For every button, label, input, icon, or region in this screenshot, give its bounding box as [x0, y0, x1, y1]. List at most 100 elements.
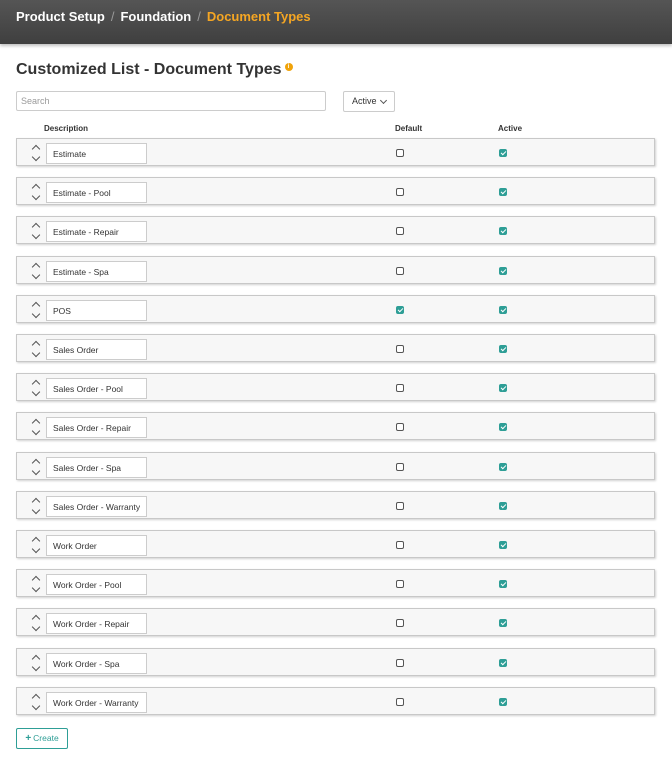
reorder-handle[interactable] — [31, 457, 41, 477]
chevron-down-icon[interactable] — [31, 348, 41, 358]
default-checkbox[interactable] — [396, 267, 404, 275]
active-checkbox[interactable] — [499, 188, 507, 196]
default-checkbox[interactable] — [396, 345, 404, 353]
reorder-handle[interactable] — [31, 378, 41, 398]
breadcrumb-document-types: Document Types — [206, 9, 311, 24]
list-item — [16, 216, 655, 244]
plus-icon: + — [25, 733, 32, 744]
status-filter-value: Active — [352, 96, 377, 106]
default-checkbox[interactable] — [396, 384, 404, 392]
create-button-label: Create — [33, 733, 59, 743]
reorder-handle[interactable] — [31, 261, 41, 281]
chevron-down-icon[interactable] — [31, 466, 41, 476]
chevron-down-icon[interactable] — [31, 270, 41, 280]
active-checkbox[interactable] — [499, 227, 507, 235]
description-field[interactable] — [46, 143, 147, 164]
list-item — [16, 295, 655, 323]
chevron-down-icon[interactable] — [31, 152, 41, 162]
description-field[interactable] — [46, 300, 147, 321]
reorder-handle[interactable] — [31, 182, 41, 202]
active-checkbox[interactable] — [499, 502, 507, 510]
chevron-down-icon[interactable] — [31, 387, 41, 397]
active-checkbox[interactable] — [499, 306, 507, 314]
breadcrumb: Product Setup / Foundation / Document Types — [16, 9, 311, 24]
description-field[interactable] — [46, 692, 147, 713]
active-checkbox[interactable] — [499, 698, 507, 706]
list-item — [16, 608, 655, 636]
chevron-down-icon[interactable] — [31, 662, 41, 672]
description-field[interactable] — [46, 417, 147, 438]
column-header-active: Active — [498, 124, 523, 133]
default-checkbox[interactable] — [396, 580, 404, 588]
active-checkbox[interactable] — [499, 541, 507, 549]
chevron-down-icon — [379, 96, 388, 105]
status-filter-select[interactable]: Active — [343, 91, 395, 112]
active-checkbox[interactable] — [499, 267, 507, 275]
list-item — [16, 569, 655, 597]
active-checkbox[interactable] — [499, 580, 507, 588]
list-item — [16, 256, 655, 284]
active-checkbox[interactable] — [499, 345, 507, 353]
description-field[interactable] — [46, 613, 147, 634]
breadcrumb-product-setup[interactable]: Product Setup — [16, 9, 105, 24]
active-checkbox[interactable] — [499, 149, 507, 157]
list-item — [16, 334, 655, 362]
default-checkbox[interactable] — [396, 149, 404, 157]
reorder-handle[interactable] — [31, 535, 41, 555]
reorder-handle[interactable] — [31, 417, 41, 437]
description-field[interactable] — [46, 574, 147, 595]
chevron-down-icon[interactable] — [31, 309, 41, 319]
default-checkbox[interactable] — [396, 698, 404, 706]
list-item — [16, 648, 655, 676]
description-field[interactable] — [46, 653, 147, 674]
reorder-handle[interactable] — [31, 692, 41, 712]
reorder-handle[interactable] — [31, 339, 41, 359]
list-item — [16, 177, 655, 205]
breadcrumb-separator: / — [110, 9, 115, 24]
breadcrumb-foundation[interactable]: Foundation — [120, 9, 191, 24]
reorder-handle[interactable] — [31, 221, 41, 241]
reorder-handle[interactable] — [31, 143, 41, 163]
default-checkbox[interactable] — [396, 463, 404, 471]
chevron-down-icon[interactable] — [31, 583, 41, 593]
chevron-down-icon[interactable] — [31, 191, 41, 201]
default-checkbox[interactable] — [396, 423, 404, 431]
default-checkbox[interactable] — [396, 188, 404, 196]
create-button[interactable]: + Create — [16, 728, 68, 749]
active-checkbox[interactable] — [499, 423, 507, 431]
chevron-down-icon[interactable] — [31, 701, 41, 711]
default-checkbox[interactable] — [396, 306, 404, 314]
default-checkbox[interactable] — [396, 502, 404, 510]
description-field[interactable] — [46, 261, 147, 282]
description-field[interactable] — [46, 496, 147, 517]
search-input[interactable] — [16, 91, 326, 111]
default-checkbox[interactable] — [396, 659, 404, 667]
active-checkbox[interactable] — [499, 659, 507, 667]
reorder-handle[interactable] — [31, 574, 41, 594]
reorder-handle[interactable] — [31, 496, 41, 516]
chevron-down-icon[interactable] — [31, 230, 41, 240]
column-header-default: Default — [395, 124, 423, 133]
description-field[interactable] — [46, 378, 147, 399]
description-field[interactable] — [46, 182, 147, 203]
default-checkbox[interactable] — [396, 541, 404, 549]
chevron-down-icon[interactable] — [31, 544, 41, 554]
info-icon[interactable]: i — [284, 63, 293, 71]
default-checkbox[interactable] — [396, 227, 404, 235]
chevron-down-icon[interactable] — [31, 622, 41, 632]
reorder-handle[interactable] — [31, 300, 41, 320]
description-field[interactable] — [46, 221, 147, 242]
reorder-handle[interactable] — [31, 613, 41, 633]
chevron-down-icon[interactable] — [31, 505, 41, 515]
active-checkbox[interactable] — [499, 384, 507, 392]
reorder-handle[interactable] — [31, 653, 41, 673]
list-item — [16, 687, 655, 715]
active-checkbox[interactable] — [499, 463, 507, 471]
list-item — [16, 491, 655, 519]
description-field[interactable] — [46, 535, 147, 556]
description-field[interactable] — [46, 339, 147, 360]
active-checkbox[interactable] — [499, 619, 507, 627]
description-field[interactable] — [46, 457, 147, 478]
default-checkbox[interactable] — [396, 619, 404, 627]
chevron-down-icon[interactable] — [31, 426, 41, 436]
